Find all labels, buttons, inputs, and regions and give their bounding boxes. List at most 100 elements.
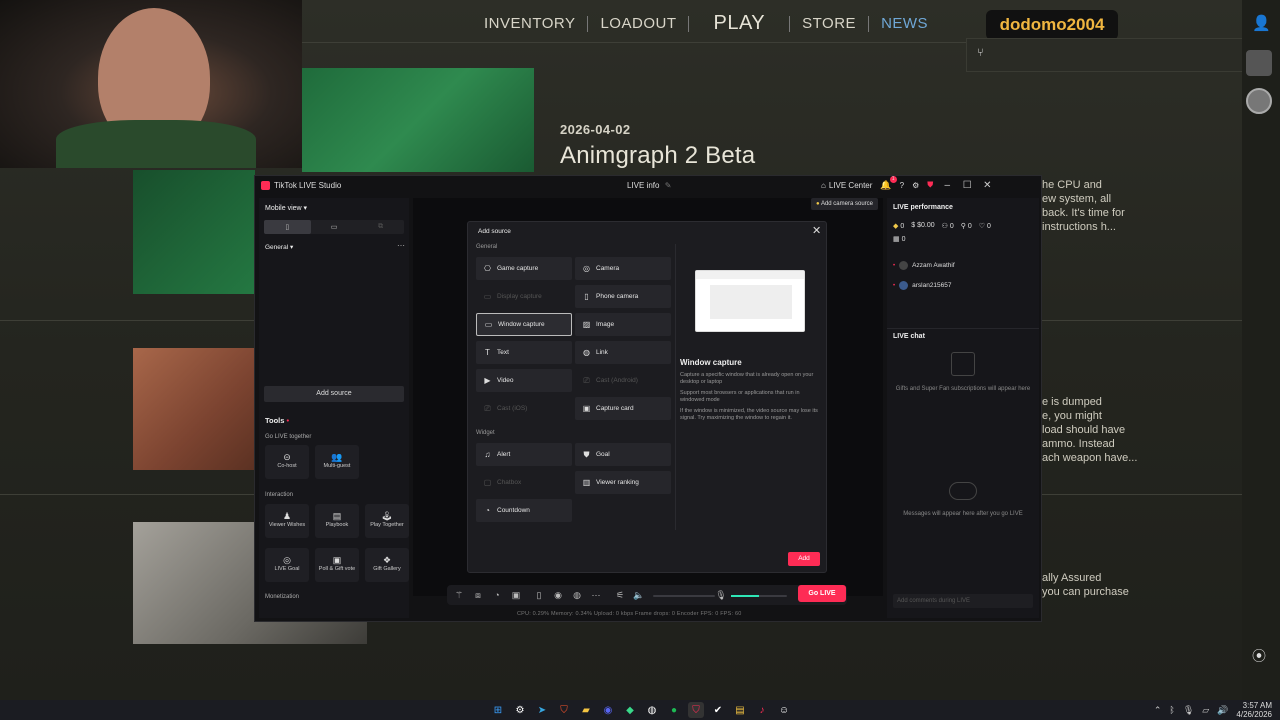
people-icon: ⚇ <box>941 223 948 230</box>
game-icon[interactable]: ☺ <box>776 702 792 718</box>
viewer-ranking-source[interactable]: ▥ Viewer ranking <box>575 471 671 494</box>
maximize-icon[interactable]: ☐ <box>961 179 973 191</box>
more-icon[interactable]: ⋯ <box>397 241 405 250</box>
phone-camera-source[interactable]: ▯ Phone camera <box>575 285 671 308</box>
notes-icon[interactable]: ▤ <box>732 702 748 718</box>
avatar[interactable] <box>1246 50 1272 76</box>
telegram-icon[interactable]: ➤ <box>534 702 550 718</box>
live-info[interactable]: LIVE info ✎ <box>627 181 671 190</box>
co-host-tool[interactable]: ⊝ Co-host <box>265 445 309 479</box>
effects-icon[interactable]: ⧈ <box>472 589 484 601</box>
settings-icon[interactable]: ⚙ <box>512 702 528 718</box>
news-title[interactable]: Animgraph 2 Beta <box>560 142 755 170</box>
steam-icon[interactable]: ◍ <box>644 702 660 718</box>
brave-active-icon[interactable]: ⛉ <box>688 702 704 718</box>
sticker-icon[interactable]: ◔ <box>491 589 503 601</box>
viewer-item[interactable]: • Azzam Awathif <box>893 261 955 270</box>
rank-icon[interactable] <box>1246 88 1272 114</box>
tool-label: LIVE Goal <box>274 566 300 572</box>
nav-play[interactable]: PLAY <box>689 12 789 35</box>
play-together-tool[interactable]: 🕹 Play Together <box>365 504 409 538</box>
viewer-wishes-tool[interactable]: ♟ Viewer Wishes <box>265 504 309 538</box>
steam-icon[interactable]: ✔ <box>710 702 726 718</box>
layout-icon[interactable]: ▣ <box>510 589 522 601</box>
clock[interactable]: 3:57 AM 4/26/2026 <box>1236 701 1272 719</box>
landscape-tab-icon[interactable]: ▭ <box>311 220 358 234</box>
live-center-button[interactable]: ⌂ LIVE Center <box>821 181 872 190</box>
chevron-up-icon[interactable]: ⌃ <box>1154 705 1162 716</box>
add-source-button[interactable]: Add source <box>264 386 404 402</box>
go-live-button[interactable]: Go LIVE <box>798 585 846 602</box>
party-icon[interactable]: ⑂ <box>977 47 984 59</box>
replay-icon[interactable]: ◍ <box>571 589 583 601</box>
minimize-icon[interactable]: – <box>941 179 953 191</box>
phone-icon[interactable]: ▯ <box>533 589 545 601</box>
mic-volume-slider[interactable] <box>731 595 787 597</box>
add-button[interactable]: Add <box>788 552 820 566</box>
scene-selector[interactable]: General ▾ <box>265 243 293 251</box>
mixer-icon[interactable]: ⚟ <box>614 589 626 601</box>
network-icon[interactable]: ▱ <box>1202 705 1209 716</box>
discord-icon[interactable]: ◉ <box>600 702 616 718</box>
camera-source[interactable]: ◎ Camera <box>575 257 671 280</box>
news-thumbnail[interactable] <box>133 170 255 294</box>
dual-tab-icon[interactable]: ⧉ <box>357 220 404 234</box>
image-source[interactable]: ▨ Image <box>575 313 671 336</box>
capture-card-source[interactable]: ▣ Capture card <box>575 397 671 420</box>
shield-icon[interactable]: ⛊ <box>927 180 933 190</box>
playbook-tool[interactable]: ▤ Playbook <box>315 504 359 538</box>
portrait-tab-icon[interactable]: ▯ <box>264 220 311 234</box>
countdown-source[interactable]: ◔ Countdown <box>476 499 572 522</box>
text-source[interactable]: T Text <box>476 341 572 364</box>
bluetooth-icon[interactable]: ᛒ <box>1169 705 1174 715</box>
folder-icon[interactable]: ▰ <box>578 702 594 718</box>
record-icon[interactable]: ◉ <box>552 589 564 601</box>
alert-source[interactable]: ♫ Alert <box>476 443 572 466</box>
source-label: Video <box>497 377 514 384</box>
poll-gift-vote-tool[interactable]: ▣ Poll & Gift vote <box>315 548 359 582</box>
goal-source[interactable]: ⛊ Goal <box>575 443 671 466</box>
multi-guest-tool[interactable]: 👥 Multi-guest <box>315 445 359 479</box>
nav-inventory[interactable]: INVENTORY <box>472 15 587 32</box>
link-source[interactable]: ◍ Link <box>575 341 671 364</box>
nav-store[interactable]: STORE <box>790 15 868 32</box>
app-icon[interactable]: ◆ <box>622 702 638 718</box>
nav-loadout[interactable]: LOADOUT <box>588 15 688 32</box>
nav-news[interactable]: NEWS <box>869 15 940 32</box>
username-badge[interactable]: dodomo2004 <box>986 10 1118 40</box>
stat-value: 0 <box>987 223 991 230</box>
window-capture-source[interactable]: ▭ Window capture <box>476 313 572 336</box>
viewer-item[interactable]: • arslan215657 <box>893 281 952 290</box>
speaker-icon[interactable]: 🔈 <box>633 589 645 601</box>
video-source[interactable]: ▶ Video <box>476 369 572 392</box>
tiktok-icon[interactable]: ♪ <box>754 702 770 718</box>
help-icon[interactable]: ? <box>900 181 904 190</box>
more-icon[interactable]: ⋯ <box>590 589 602 601</box>
article-line: instructions h... <box>1042 221 1116 233</box>
view-selector[interactable]: Mobile view ▾ <box>265 204 307 212</box>
news-thumbnail[interactable] <box>133 348 255 470</box>
close-icon[interactable]: ✕ <box>812 224 821 237</box>
gift-gallery-tool[interactable]: ❖ Gift Gallery <box>365 548 409 582</box>
microphone-icon[interactable]: 🎙 <box>1183 705 1194 716</box>
streamer-shirt <box>56 120 256 168</box>
settings-icon[interactable]: ⚙ <box>912 181 919 190</box>
friends-icon[interactable]: 👤 <box>1252 14 1271 32</box>
news-thumbnail[interactable] <box>302 68 534 172</box>
brave-icon[interactable]: ⛉ <box>556 702 572 718</box>
magic-wand-icon[interactable]: ⚚ <box>453 589 465 601</box>
volume-icon[interactable]: 🔊 <box>1217 705 1228 716</box>
edit-icon[interactable]: ✎ <box>665 181 672 190</box>
close-icon[interactable]: ✕ <box>981 179 993 191</box>
add-camera-source-button[interactable]: ● Add camera source <box>811 198 878 210</box>
live-goal-tool[interactable]: ◎ LIVE Goal <box>265 548 309 582</box>
microphone-icon[interactable]: 🎙 <box>715 589 727 601</box>
spotify-icon[interactable]: ● <box>666 702 682 718</box>
chat-input[interactable]: Add comments during LIVE <box>893 594 1033 608</box>
speaker-volume-slider[interactable] <box>653 595 715 597</box>
notification-bell-icon[interactable]: 🔔 1 <box>880 175 897 191</box>
game-capture-source[interactable]: ⎔ Game capture <box>476 257 572 280</box>
broadcast-icon[interactable]: ⦿ <box>1252 646 1266 666</box>
windows-start-icon[interactable]: ⊞ <box>490 702 506 718</box>
rank-dot-icon: • <box>893 282 896 289</box>
